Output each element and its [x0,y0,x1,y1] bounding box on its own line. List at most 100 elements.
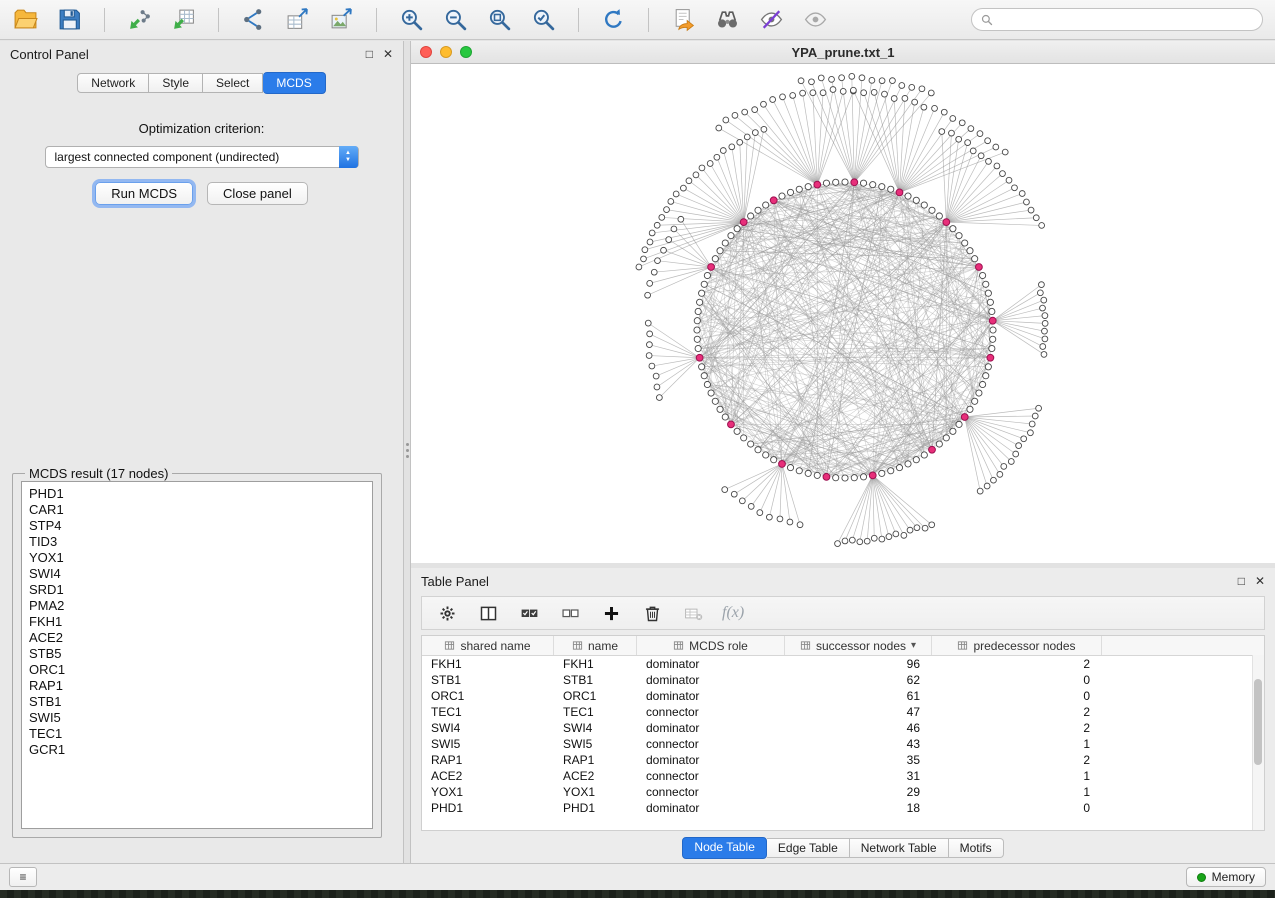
export-table-icon[interactable] [284,6,311,33]
share-document-icon[interactable] [670,6,697,33]
table-row[interactable]: YOX1YOX1connector291 [422,784,1264,800]
leaf-node[interactable] [752,130,758,136]
ring-node[interactable] [787,189,793,195]
open-session-icon[interactable] [12,6,39,33]
ring-node[interactable] [728,233,734,239]
ring-node[interactable] [717,248,723,254]
ring-node[interactable] [833,179,839,185]
column-header-shared-name[interactable]: shared name [422,636,554,655]
function-builder-icon[interactable]: f(x) [722,604,744,622]
leaf-node[interactable] [655,258,661,264]
result-list-item[interactable]: CAR1 [29,502,372,518]
leaf-node[interactable] [1036,405,1042,411]
leaf-node[interactable] [1037,290,1043,296]
ring-node[interactable] [962,240,968,246]
leaf-node[interactable] [909,84,915,90]
leaf-node[interactable] [659,215,665,221]
ring-node[interactable] [695,308,701,314]
leaf-node[interactable] [919,86,925,92]
leaf-node[interactable] [654,222,660,228]
column-header-name[interactable]: name [554,636,637,655]
ring-node[interactable] [704,381,710,387]
delete-rows-icon[interactable] [640,601,664,625]
leaf-node[interactable] [977,131,983,137]
result-list-item[interactable]: SRD1 [29,582,372,598]
leaf-node[interactable] [991,477,997,483]
leaf-node[interactable] [1001,464,1007,470]
leaf-node[interactable] [968,126,974,132]
leaf-node[interactable] [1019,191,1025,197]
unselect-all-icon[interactable] [558,601,582,625]
leaf-node[interactable] [810,90,816,96]
add-row-icon[interactable] [599,601,623,625]
leaf-node[interactable] [956,136,962,142]
ring-node[interactable] [905,461,911,467]
ring-node[interactable] [990,327,996,333]
close-panel-icon[interactable]: ✕ [383,48,393,60]
leaf-node[interactable] [1039,282,1045,288]
leaf-node[interactable] [902,96,908,102]
result-list-item[interactable]: YOX1 [29,550,372,566]
leaf-node[interactable] [699,165,705,171]
search-network-icon[interactable] [714,6,741,33]
leaf-node[interactable] [666,237,672,243]
leaf-node[interactable] [636,264,642,270]
leaf-node[interactable] [818,75,824,81]
leaf-node[interactable] [959,120,965,126]
table-scrollbar[interactable] [1252,655,1264,830]
ring-node[interactable] [842,179,848,185]
ring-node[interactable] [695,345,701,351]
result-list-item[interactable]: STB5 [29,646,372,662]
leaf-node[interactable] [707,161,713,167]
ring-node[interactable] [796,186,802,192]
ring-node[interactable] [860,180,866,186]
leaf-node[interactable] [723,117,729,123]
column-header-MCDS-role[interactable]: MCDS role [637,636,785,655]
zoom-fit-icon[interactable] [486,6,513,33]
table-row[interactable]: PHD1PHD1dominator180 [422,800,1264,816]
leaf-node[interactable] [752,107,758,113]
hide-graphics-details-icon[interactable] [758,6,785,33]
column-header-successor-nodes[interactable]: successor nodes▾ [785,636,932,655]
leaf-node[interactable] [737,139,743,145]
ring-node[interactable] [905,193,911,199]
leaf-node[interactable] [656,395,662,401]
show-graphics-details-icon[interactable] [802,6,829,33]
leaf-node[interactable] [1039,223,1045,229]
leaf-node[interactable] [653,373,659,379]
ring-node[interactable] [956,233,962,239]
hub-node[interactable] [779,461,786,468]
leaf-node[interactable] [686,178,692,184]
table-row[interactable]: RAP1RAP1dominator352 [422,752,1264,768]
close-panel-button[interactable]: Close panel [207,182,308,205]
zoom-in-icon[interactable] [398,6,425,33]
table-settings-icon[interactable] [435,601,459,625]
leaf-node[interactable] [739,498,745,504]
leaf-node[interactable] [645,320,651,326]
leaf-node[interactable] [950,116,956,122]
leaf-node[interactable] [673,191,679,197]
result-list-item[interactable]: ORC1 [29,662,372,678]
leaf-node[interactable] [922,525,928,531]
hub-node[interactable] [823,473,830,480]
leaf-node[interactable] [647,331,653,337]
table-row[interactable]: ORC1ORC1dominator610 [422,688,1264,704]
leaf-node[interactable] [680,185,686,191]
ring-node[interactable] [987,299,993,305]
tab-network-table[interactable]: Network Table [850,838,949,858]
ring-node[interactable] [779,193,785,199]
search-box[interactable] [971,8,1263,31]
leaf-node[interactable] [977,488,983,494]
leaf-node[interactable] [985,138,991,144]
leaf-node[interactable] [970,148,976,154]
ring-node[interactable] [967,406,973,412]
ring-node[interactable] [896,465,902,471]
leaf-node[interactable] [893,531,899,537]
leaf-node[interactable] [661,247,667,253]
ring-node[interactable] [722,240,728,246]
leaf-node[interactable] [649,230,655,236]
ring-node[interactable] [972,256,978,262]
zoom-out-icon[interactable] [442,6,469,33]
ring-node[interactable] [823,180,829,186]
leaf-node[interactable] [849,537,855,543]
